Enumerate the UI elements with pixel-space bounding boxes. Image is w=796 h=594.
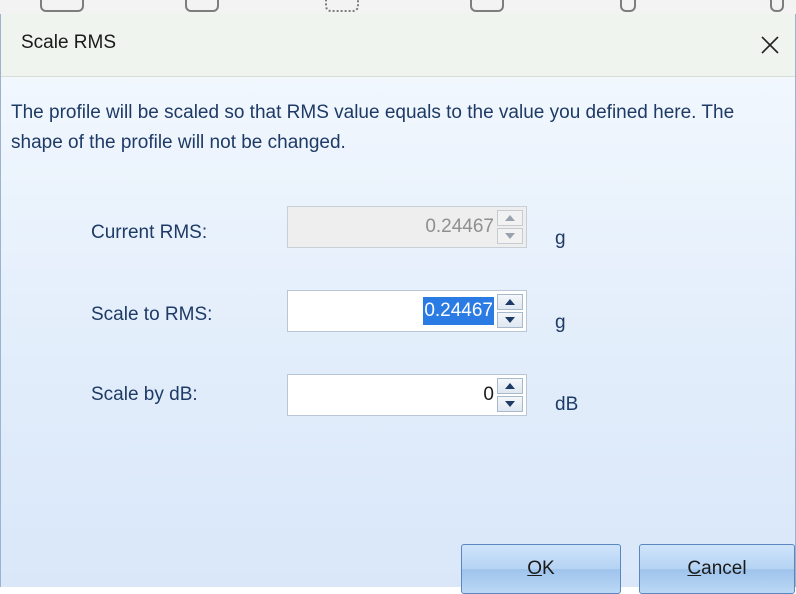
cancel-mnemonic: C [687, 558, 702, 579]
close-icon [761, 36, 779, 54]
scale-to-rms-label: Scale to RMS: [91, 304, 213, 325]
scale-by-db-spinner[interactable]: 0 [287, 374, 527, 416]
chevron-down-icon [505, 233, 515, 239]
close-button[interactable] [745, 14, 795, 76]
chevron-down-icon [505, 401, 515, 407]
chevron-up-icon [505, 215, 515, 221]
current-rms-up-button [497, 210, 523, 226]
background-icon [185, 0, 219, 12]
dialog-description: The profile will be scaled so that RMS v… [11, 102, 735, 153]
scale-to-rms-down-button[interactable] [497, 312, 523, 328]
current-rms-value: 0.24467 [425, 216, 494, 237]
scale-by-db-down-button[interactable] [497, 396, 523, 412]
chevron-up-icon [505, 299, 515, 305]
current-rms-unit: g [555, 228, 566, 249]
background-icon [770, 0, 784, 12]
ok-mnemonic: O [527, 558, 543, 579]
scale-rms-dialog: Scale RMS The profile will be scaled so … [0, 14, 796, 594]
current-rms-spinner: 0.24467 [287, 206, 527, 248]
scale-by-db-up-button[interactable] [497, 378, 523, 394]
cancel-label-rest: ancel [701, 558, 747, 579]
scale-to-rms-input[interactable]: 0.24467 [423, 297, 494, 325]
dialog-titlebar: Scale RMS [1, 14, 795, 77]
current-rms-label: Current RMS: [91, 222, 208, 243]
chevron-down-icon [505, 317, 515, 323]
scale-by-db-input[interactable]: 0 [483, 384, 494, 406]
scale-by-db-label: Scale by dB: [91, 384, 198, 405]
current-rms-down-button [497, 228, 523, 244]
chevron-up-icon [505, 383, 515, 389]
scale-to-rms-spinner[interactable]: 0.24467 [287, 290, 527, 332]
ok-label-rest: K [542, 558, 555, 579]
background-app-toolbar [0, 0, 796, 14]
background-icon [470, 0, 504, 12]
scale-to-rms-unit: g [555, 312, 566, 333]
background-icon [325, 0, 359, 12]
dialog-title: Scale RMS [21, 32, 117, 53]
scale-by-db-unit: dB [555, 394, 579, 415]
background-icon [40, 0, 84, 12]
background-icon [620, 0, 636, 12]
scale-to-rms-up-button[interactable] [497, 294, 523, 310]
